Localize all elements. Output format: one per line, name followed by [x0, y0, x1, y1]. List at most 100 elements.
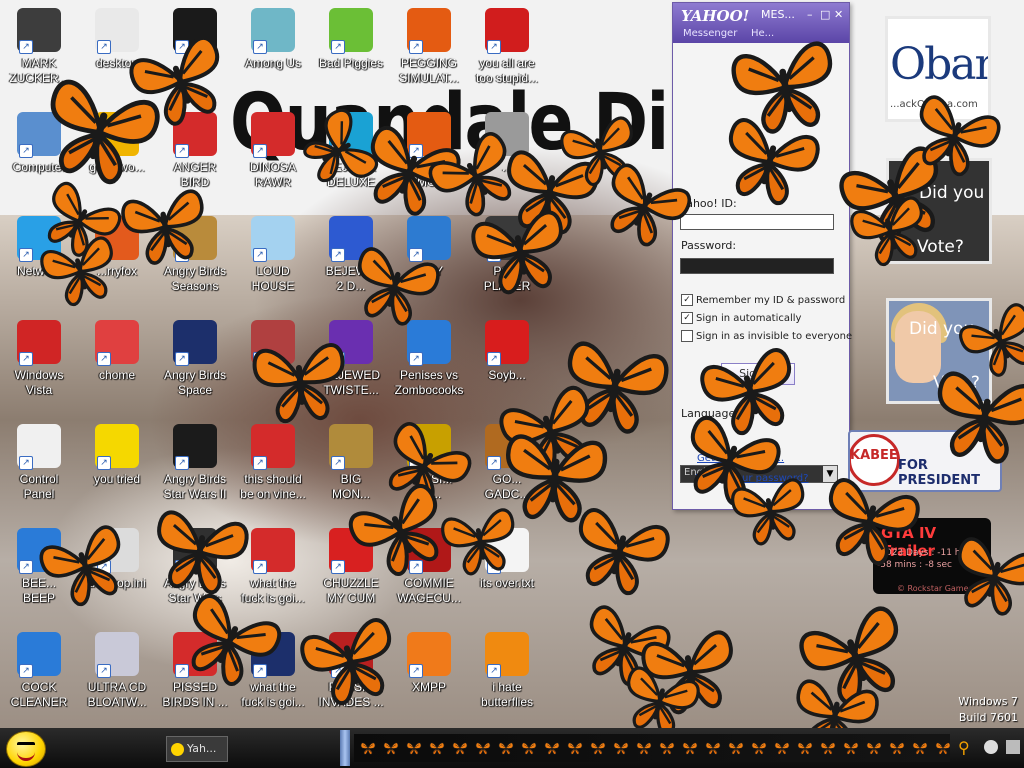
desktop-icon[interactable]: ↗ what the fuck is goi... — [234, 528, 312, 606]
desktop-icon[interactable]: ↗ i hate butterflies — [468, 632, 546, 710]
desktop-icon[interactable]: ↗ ghantwo... — [78, 112, 156, 175]
desktop-icon[interactable]: ↗ ...rryfox — [78, 216, 156, 279]
desktop-icon[interactable]: ↗ MARK ZUCKER... — [0, 8, 78, 86]
angry-birds-icon: ↗ — [251, 112, 295, 158]
menu-messenger[interactable]: Messenger — [683, 28, 737, 39]
desktop-icon[interactable]: ↗ desktop.ini — [78, 528, 156, 591]
desktop-icon[interactable]: ↗ Angry Birds Star Wars II — [156, 424, 234, 502]
desktop-icon[interactable]: ↗ LOUD HOUSE — [234, 216, 312, 294]
huckabee-gadget[interactable]: KABEE FOR PRESIDENT — [848, 430, 1002, 492]
obama-gadget[interactable]: Obam ...ackObama.com — [885, 16, 991, 122]
angry-birds-icon: ↗ — [173, 112, 217, 158]
desktop-icon-label: GO... GADC... — [484, 472, 530, 501]
desktop-icon[interactable]: ↗ this should be on vine... — [234, 424, 312, 502]
dev-cpp-icon: ↗ — [485, 8, 529, 54]
desktop-icon[interactable]: ↗ Angry Birds Seasons — [156, 216, 234, 294]
remember-checkbox[interactable]: ✓ Remember my ID & password — [681, 294, 845, 306]
password-label: Password: — [681, 239, 737, 252]
desktop-icon[interactable]: ↗ 2.3 — [156, 8, 234, 71]
shortcut-arrow-icon: ↗ — [487, 664, 501, 678]
desktop-icon[interactable]: ↗ BIG MON... — [312, 424, 390, 502]
desktop-icon[interactable]: ↗ PISSED BIRDS IN ... — [156, 632, 234, 710]
desktop-icon[interactable]: ↗ RUSSIA INVADES ... — [312, 632, 390, 710]
desktop-icon[interactable]: ↗ BEJEW... 2 D... — [312, 216, 390, 294]
desktop-icon[interactable]: ↗ Angry Birds Star Wars — [156, 528, 234, 606]
smiley-mouth-icon — [17, 750, 35, 761]
desktop-icon[interactable]: ↗ COMMIE WAGECU... — [390, 528, 468, 606]
angry-birds-icon: ↗ — [173, 632, 217, 678]
desktop-icon[interactable]: ↗ M... — [234, 320, 312, 383]
yahoo-id-label: Yahoo! ID: — [681, 197, 737, 210]
vote-gadget[interactable]: Did you Vote? — [886, 158, 992, 264]
minimize-icon[interactable]: – — [807, 8, 813, 21]
taskbar-separator[interactable] — [340, 730, 350, 766]
close-icon[interactable]: ✕ — [834, 8, 843, 21]
clock-icon[interactable] — [984, 740, 998, 754]
chevron-down-icon[interactable]: ▼ — [823, 466, 837, 482]
search-icon[interactable]: ⚲ — [958, 740, 974, 756]
desktop-icon[interactable]: ↗ CHUZZLE MY CUM — [312, 528, 390, 606]
desktop-icon[interactable]: ↗ Among Us — [234, 8, 312, 71]
desktop-icon[interactable]: ↗ COCK CLEANER — [0, 632, 78, 710]
forgot-password-link[interactable]: Forgot your password? — [695, 473, 808, 484]
shortcut-arrow-icon: ↗ — [253, 664, 267, 678]
desktop-icon[interactable]: ↗ BEJEW... DELUXE — [312, 112, 390, 190]
desktop-icon[interactable]: ↗ desktop — [78, 8, 156, 71]
yahoo-id-input[interactable] — [680, 214, 834, 230]
auto-signin-checkbox[interactable]: ✓ Sign in automatically — [681, 312, 801, 324]
desktop-icon[interactable]: ↗ chome — [78, 320, 156, 383]
desktop-icon[interactable]: ↗ you all are too stupid... — [468, 8, 546, 86]
taskbar-item-yahoo[interactable]: Yah... — [166, 736, 228, 762]
desktop-icon[interactable]: ↗ Control Panel — [0, 424, 78, 502]
desktop-icon[interactable]: ↗ ULTRA CD BLOATW... — [78, 632, 156, 710]
desktop-icon[interactable]: ↗ its over.txt — [468, 528, 546, 591]
start-button[interactable] — [6, 731, 46, 767]
desktop-icon[interactable]: ↗ PO... PLAYER — [468, 216, 546, 294]
recycle-bin-icon: ↗ — [17, 320, 61, 366]
sign-in-button[interactable]: Sign In — [721, 363, 795, 385]
remember-label: Remember my ID & password — [696, 295, 846, 306]
huckabee-name: KABEE — [850, 448, 898, 463]
shortcut-arrow-icon: ↗ — [409, 248, 423, 262]
desktop-icon-label: you tried — [93, 472, 141, 486]
desktop-icon[interactable]: ↗ PEGG... SIMUL... — [390, 112, 468, 190]
hillary-gadget[interactable]: Did you Vote? — [886, 298, 992, 404]
menu-help[interactable]: He... — [751, 28, 774, 39]
password-input[interactable] — [680, 258, 834, 274]
desktop-icon[interactable]: ↗ Computer — [0, 112, 78, 175]
desktop-icon[interactable]: ↗ BEJEWED TWISTE... — [312, 320, 390, 398]
get-yahoo-id-link[interactable]: Get a Yahoo! ID... — [697, 453, 784, 464]
vote-question: Did you — [919, 183, 985, 203]
bejeweled-twist-icon: ↗ — [329, 320, 373, 366]
shortcut-arrow-icon: ↗ — [19, 248, 33, 262]
desktop-icon[interactable]: ↗ ANGER BIRD — [156, 112, 234, 190]
desktop-icon[interactable]: ↗ Angry Birds Space — [156, 320, 234, 398]
desktop-icon[interactable]: ↗ Network — [0, 216, 78, 279]
desktop-icon[interactable]: ↗ Bad Piggies — [312, 8, 390, 71]
desktop-icon[interactable]: ↗ XMPP — [390, 632, 468, 695]
desktop-icon[interactable]: ↗ PEGGING SIMULAT... — [390, 8, 468, 86]
desktop-icon[interactable]: ↗ BEE... BEEP — [0, 528, 78, 606]
desktop-icon[interactable]: ↗ DINOSA RAWR — [234, 112, 312, 190]
desktop-icon[interactable]: ↗ RUSSI... SY... — [390, 424, 468, 502]
desktop-icon[interactable]: ↗ Windows Vista — [0, 320, 78, 398]
butterfly-icon — [452, 742, 468, 755]
shortcut-arrow-icon: ↗ — [331, 40, 345, 54]
desktop-icon-label: ghantwo... — [89, 160, 145, 174]
desktop-icon[interactable]: ↗ ...MY — [390, 216, 468, 279]
desktop-icon[interactable]: ↗ Penises vs Zombocooks — [390, 320, 468, 398]
desktop-icon-label: its over.txt — [479, 576, 535, 590]
calendar-icon[interactable] — [1006, 740, 1020, 754]
desktop-icon[interactable]: ↗ what the fuck is goi... — [234, 632, 312, 710]
maximize-icon[interactable]: □ — [820, 8, 830, 21]
cd-icon: ↗ — [95, 632, 139, 678]
yahoo-messenger-window[interactable]: YAHOO! MES... – □ ✕ Messenger He... Yaho… — [672, 2, 852, 510]
invisible-checkbox[interactable]: Sign in as invisible to everyone — [681, 330, 852, 342]
desktop-icon[interactable]: ↗ you tried — [78, 424, 156, 487]
gta-countdown-gadget[interactable]: GTA IV Trailer -5023 Days : -11 hours -5… — [873, 518, 991, 594]
angry-birds-icon: ↗ — [251, 216, 295, 262]
desktop-icon[interactable]: ↗ GO... GADC... — [468, 424, 546, 502]
yahoo-title-bar[interactable]: YAHOO! MES... – □ ✕ Messenger He... — [673, 3, 849, 43]
desktop-icon[interactable]: ↗ Soyb... — [468, 320, 546, 383]
desktop-icon[interactable]: ↗... — [468, 112, 546, 175]
